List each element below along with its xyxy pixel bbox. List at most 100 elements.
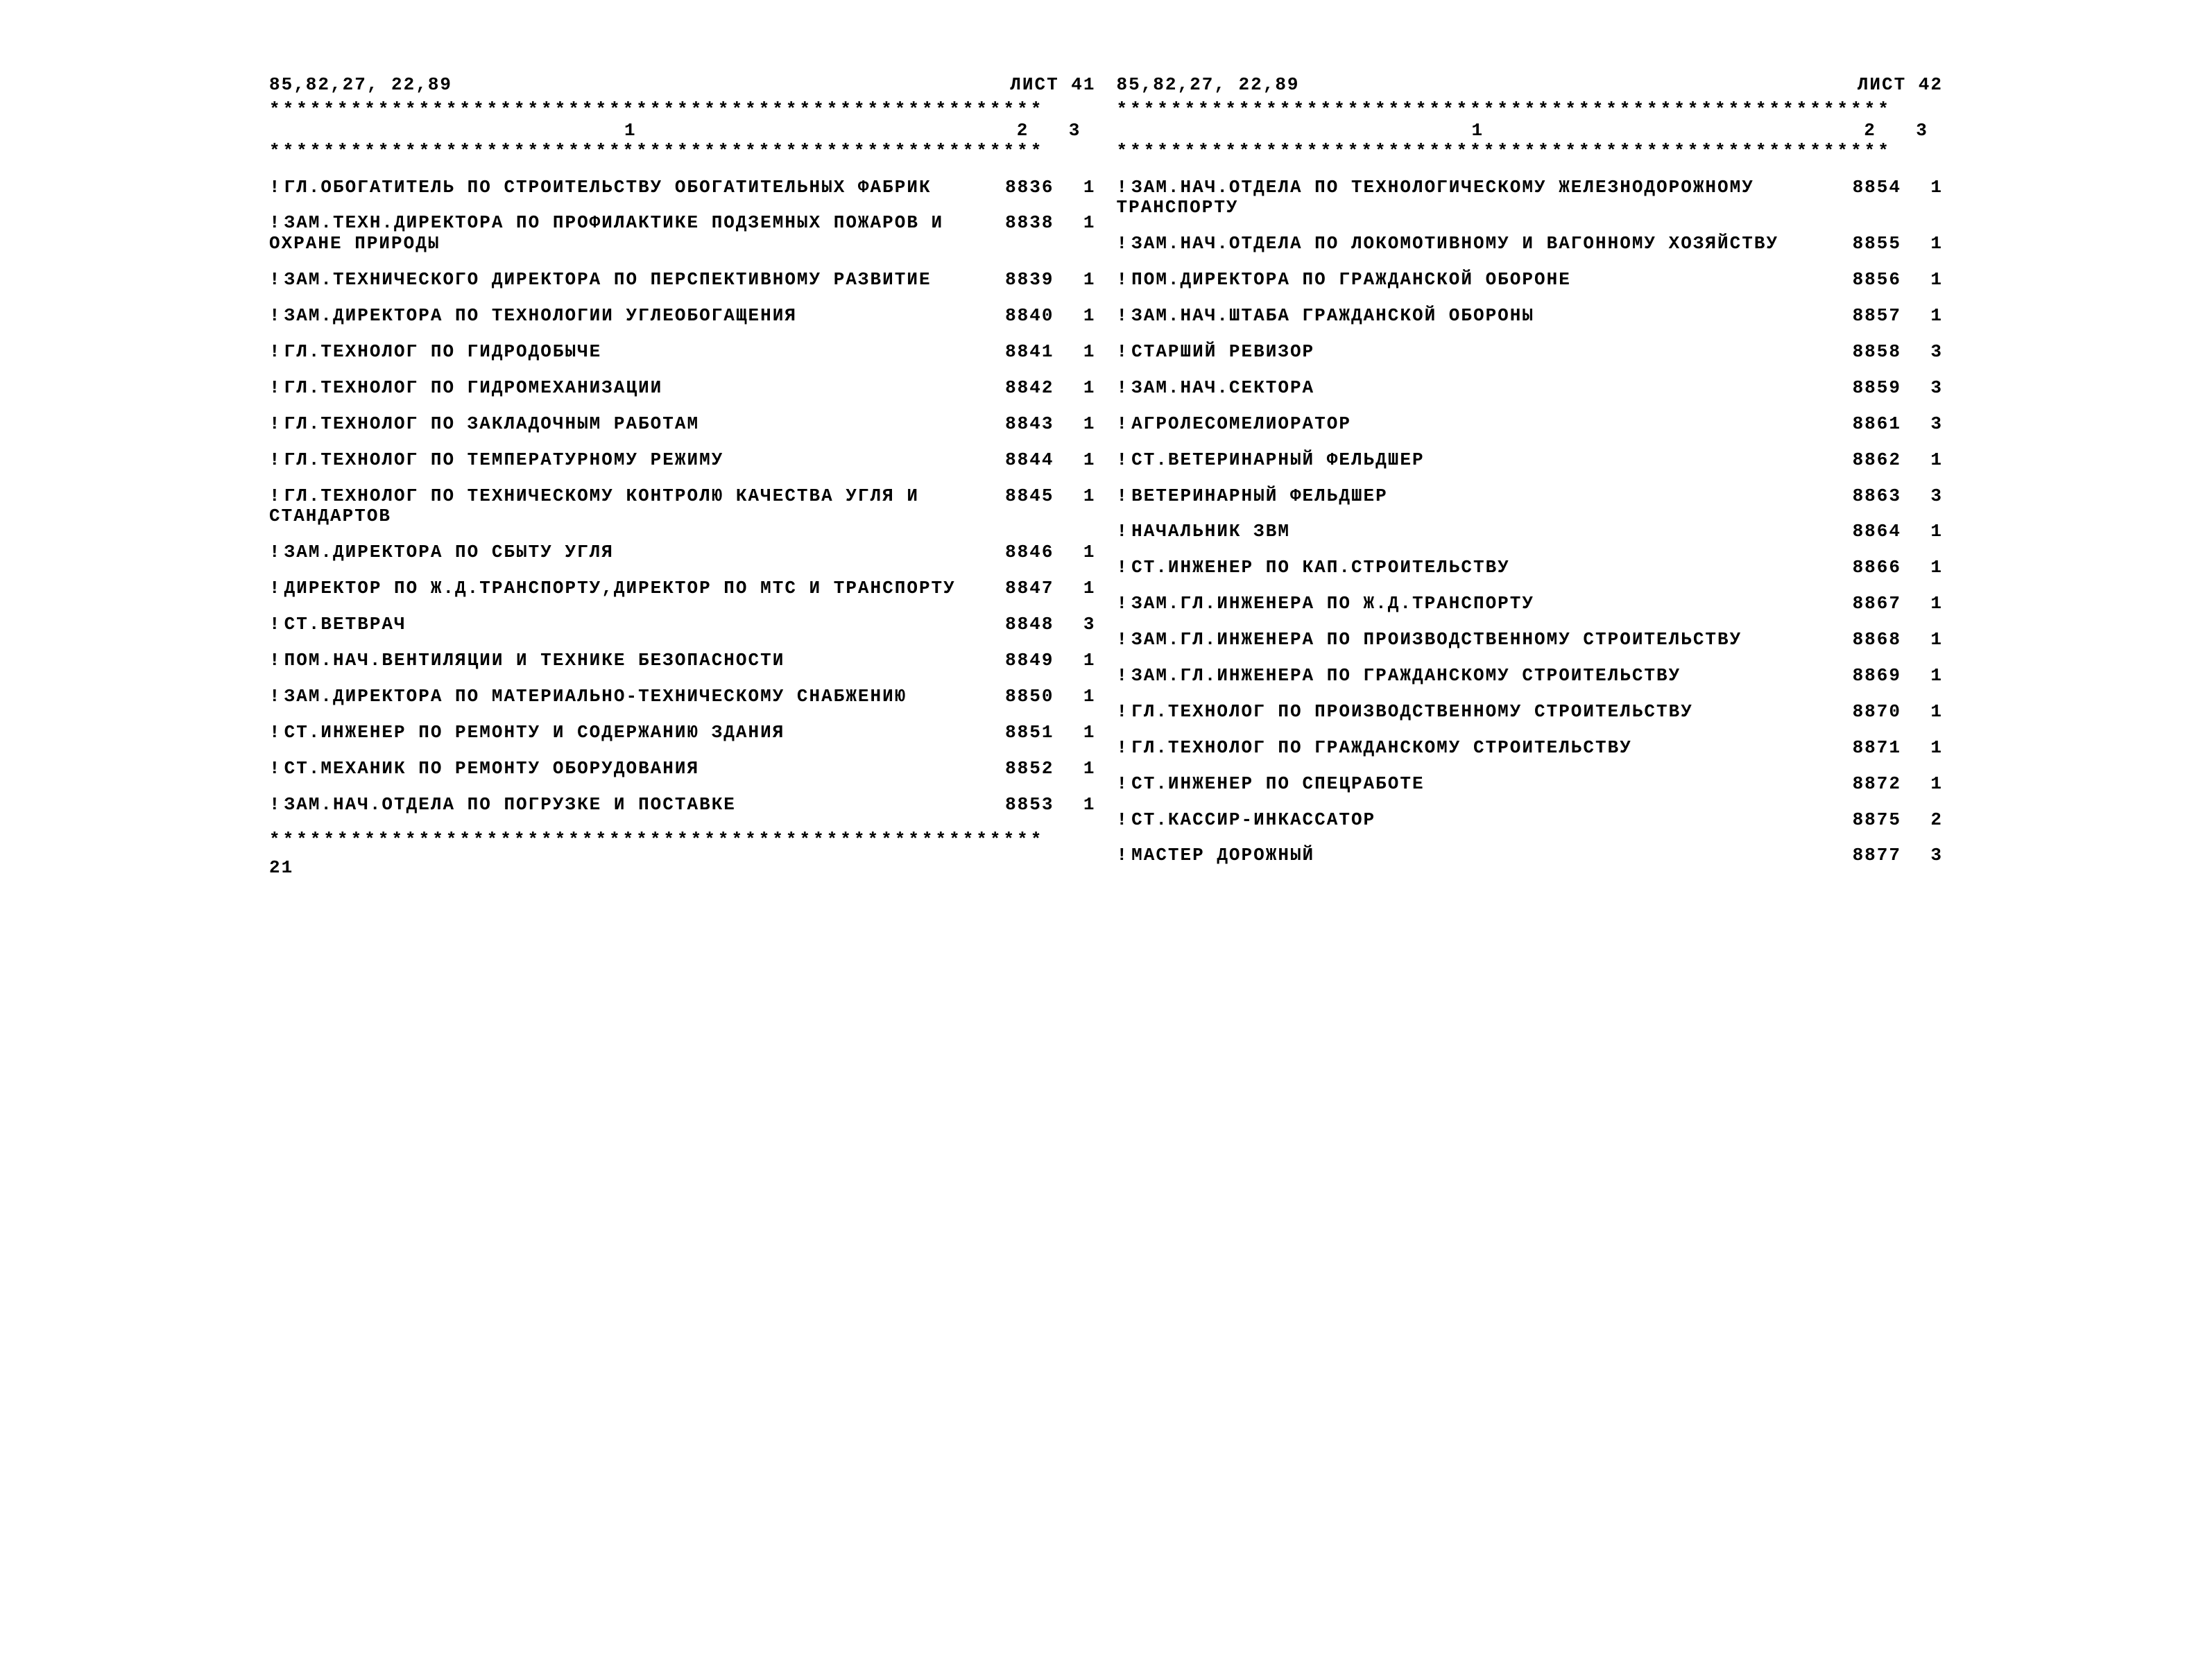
document-pages: 85,82,27, 22,89 ЛИСТ 41 ****************… bbox=[269, 75, 1943, 881]
row-code: 8841 bbox=[992, 342, 1054, 363]
table-row: ГЛ.ТЕХНОЛОГ ПО ЗАКЛАДОЧНЫМ РАБОТАМ88431 bbox=[269, 414, 1096, 435]
row-name: ГЛ.ТЕХНОЛОГ ПО ТЕХНИЧЕСКОМУ КОНТРОЛЮ КАЧ… bbox=[269, 486, 992, 528]
row-name: ЗАМ.ГЛ.ИНЖЕНЕРА ПО ПРОИЗВОДСТВЕННОМУ СТР… bbox=[1117, 630, 1840, 651]
row-code: 8848 bbox=[992, 614, 1054, 635]
row-name: МАСТЕР ДОРОЖНЫЙ bbox=[1117, 845, 1840, 866]
header-right-date: 85,82,27, 22,89 bbox=[1117, 75, 1300, 96]
table-row: ГЛ.ТЕХНОЛОГ ПО ПРОИЗВОДСТВЕННОМУ СТРОИТЕ… bbox=[1117, 702, 1944, 723]
row-name: ЗАМ.НАЧ.ОТДЕЛА ПО ТЕХНОЛОГИЧЕСКОМУ ЖЕЛЕЗ… bbox=[1117, 178, 1840, 219]
row-count: 3 bbox=[1901, 486, 1943, 507]
table-row: ГЛ.ТЕХНОЛОГ ПО ТЕХНИЧЕСКОМУ КОНТРОЛЮ КАЧ… bbox=[269, 486, 1096, 528]
table-row: ЗАМ.НАЧ.ШТАБА ГРАЖДАНСКОЙ ОБОРОНЫ88571 bbox=[1117, 306, 1944, 327]
table-row: ЗАМ.НАЧ.СЕКТОРА88593 bbox=[1117, 378, 1944, 399]
page-left-footer: 21 bbox=[269, 858, 1096, 879]
table-row: ГЛ.ОБОГАТИТЕЛЬ ПО СТРОИТЕЛЬСТВУ ОБОГАТИТ… bbox=[269, 178, 1096, 198]
row-code: 8871 bbox=[1839, 738, 1901, 759]
row-name: ЗАМ.ТЕХН.ДИРЕКТОРА ПО ПРОФИЛАКТИКЕ ПОДЗЕ… bbox=[269, 213, 992, 255]
header-left-date: 85,82,27, 22,89 bbox=[269, 75, 452, 96]
row-code: 8867 bbox=[1839, 594, 1901, 614]
row-name: ЗАМ.НАЧ.СЕКТОРА bbox=[1117, 378, 1840, 399]
table-row: СТАРШИЙ РЕВИЗОР88583 bbox=[1117, 342, 1944, 363]
row-name: ПОМ.НАЧ.ВЕНТИЛЯЦИИ И ТЕХНИКЕ БЕЗОПАСНОСТ… bbox=[269, 651, 992, 671]
divider-bottom: ****************************************… bbox=[269, 830, 1096, 851]
table-row: ЗАМ.ГЛ.ИНЖЕНЕРА ПО ГРАЖДАНСКОМУ СТРОИТЕЛ… bbox=[1117, 666, 1944, 687]
row-code: 8868 bbox=[1839, 630, 1901, 651]
row-count: 3 bbox=[1901, 378, 1943, 399]
table-row: ЗАМ.ДИРЕКТОРА ПО МАТЕРИАЛЬНО-ТЕХНИЧЕСКОМ… bbox=[269, 687, 1096, 707]
row-count: 3 bbox=[1901, 845, 1943, 866]
row-code: 8866 bbox=[1839, 558, 1901, 578]
row-name: ЗАМ.ТЕХНИЧЕСКОГО ДИРЕКТОРА ПО ПЕРСПЕКТИВ… bbox=[269, 270, 992, 291]
row-count: 1 bbox=[1901, 738, 1943, 759]
table-row: ЗАМ.ТЕХНИЧЕСКОГО ДИРЕКТОРА ПО ПЕРСПЕКТИВ… bbox=[269, 270, 1096, 291]
col3-header: 3 bbox=[1901, 121, 1943, 141]
row-name: СТ.ВЕТВРАЧ bbox=[269, 614, 992, 635]
row-name: ДИРЕКТОР ПО Ж.Д.ТРАНСПОРТУ,ДИРЕКТОР ПО М… bbox=[269, 578, 992, 599]
page-right: 85,82,27, 22,89 ЛИСТ 42 ****************… bbox=[1117, 75, 1944, 881]
table-row: ЗАМ.ДИРЕКТОРА ПО ТЕХНОЛОГИИ УГЛЕОБОГАЩЕН… bbox=[269, 306, 1096, 327]
row-count: 1 bbox=[1054, 687, 1096, 707]
table-row: ГЛ.ТЕХНОЛОГ ПО ТЕМПЕРАТУРНОМУ РЕЖИМУ8844… bbox=[269, 450, 1096, 471]
page-left: 85,82,27, 22,89 ЛИСТ 41 ****************… bbox=[269, 75, 1096, 881]
row-count: 1 bbox=[1901, 306, 1943, 327]
row-count: 1 bbox=[1054, 578, 1096, 599]
row-code: 8872 bbox=[1839, 774, 1901, 795]
row-name: СТ.КАССИР-ИНКАССАТОР bbox=[1117, 810, 1840, 831]
row-count: 1 bbox=[1054, 759, 1096, 780]
column-header-right: 1 2 3 bbox=[1117, 121, 1944, 141]
table-row: ЗАМ.ГЛ.ИНЖЕНЕРА ПО Ж.Д.ТРАНСПОРТУ88671 bbox=[1117, 594, 1944, 614]
row-count: 1 bbox=[1054, 178, 1096, 198]
divider-mid: ****************************************… bbox=[1117, 141, 1944, 162]
row-count: 3 bbox=[1901, 414, 1943, 435]
row-count: 1 bbox=[1054, 378, 1096, 399]
row-code: 8877 bbox=[1839, 845, 1901, 866]
row-count: 1 bbox=[1901, 178, 1943, 219]
row-code: 8845 bbox=[992, 486, 1054, 528]
row-code: 8861 bbox=[1839, 414, 1901, 435]
row-count: 1 bbox=[1901, 234, 1943, 255]
row-count: 1 bbox=[1054, 795, 1096, 816]
row-name: СТ.ВЕТЕРИНАРНЫЙ ФЕЛЬДШЕР bbox=[1117, 450, 1840, 471]
row-code: 8852 bbox=[992, 759, 1054, 780]
row-name: ЗАМ.НАЧ.ОТДЕЛА ПО ПОГРУЗКЕ И ПОСТАВКЕ bbox=[269, 795, 992, 816]
table-row: СТ.КАССИР-ИНКАССАТОР88752 bbox=[1117, 810, 1944, 831]
table-row: ЗАМ.ДИРЕКТОРА ПО СБЫТУ УГЛЯ88461 bbox=[269, 542, 1096, 563]
row-name: ЗАМ.ГЛ.ИНЖЕНЕРА ПО ГРАЖДАНСКОМУ СТРОИТЕЛ… bbox=[1117, 666, 1840, 687]
row-name: ПОМ.ДИРЕКТОРА ПО ГРАЖДАНСКОЙ ОБОРОНЕ bbox=[1117, 270, 1840, 291]
row-code: 8863 bbox=[1839, 486, 1901, 507]
divider-top: ****************************************… bbox=[269, 100, 1096, 121]
table-row: ПОМ.НАЧ.ВЕНТИЛЯЦИИ И ТЕХНИКЕ БЕЗОПАСНОСТ… bbox=[269, 651, 1096, 671]
row-count: 3 bbox=[1054, 614, 1096, 635]
table-row: ГЛ.ТЕХНОЛОГ ПО ГРАЖДАНСКОМУ СТРОИТЕЛЬСТВ… bbox=[1117, 738, 1944, 759]
rows-left: ГЛ.ОБОГАТИТЕЛЬ ПО СТРОИТЕЛЬСТВУ ОБОГАТИТ… bbox=[269, 178, 1096, 816]
row-code: 8856 bbox=[1839, 270, 1901, 291]
row-code: 8849 bbox=[992, 651, 1054, 671]
row-count: 1 bbox=[1054, 450, 1096, 471]
row-code: 8858 bbox=[1839, 342, 1901, 363]
row-count: 1 bbox=[1901, 270, 1943, 291]
row-count: 1 bbox=[1054, 213, 1096, 255]
table-row: ПОМ.ДИРЕКТОРА ПО ГРАЖДАНСКОЙ ОБОРОНЕ8856… bbox=[1117, 270, 1944, 291]
column-header-left: 1 2 3 bbox=[269, 121, 1096, 141]
page-right-header: 85,82,27, 22,89 ЛИСТ 42 bbox=[1117, 75, 1944, 96]
table-row: ДИРЕКТОР ПО Ж.Д.ТРАНСПОРТУ,ДИРЕКТОР ПО М… bbox=[269, 578, 1096, 599]
table-row: ЗАМ.НАЧ.ОТДЕЛА ПО ТЕХНОЛОГИЧЕСКОМУ ЖЕЛЕЗ… bbox=[1117, 178, 1944, 219]
row-name: ЗАМ.ДИРЕКТОРА ПО СБЫТУ УГЛЯ bbox=[269, 542, 992, 563]
row-code: 8847 bbox=[992, 578, 1054, 599]
row-code: 8842 bbox=[992, 378, 1054, 399]
row-name: СТ.ИНЖЕНЕР ПО РЕМОНТУ И СОДЕРЖАНИЮ ЗДАНИ… bbox=[269, 723, 992, 743]
col3-header: 3 bbox=[1054, 121, 1096, 141]
table-row: ГЛ.ТЕХНОЛОГ ПО ГИДРОМЕХАНИЗАЦИИ88421 bbox=[269, 378, 1096, 399]
table-row: СТ.ВЕТЕРИНАРНЫЙ ФЕЛЬДШЕР88621 bbox=[1117, 450, 1944, 471]
row-count: 1 bbox=[1901, 594, 1943, 614]
row-count: 2 bbox=[1901, 810, 1943, 831]
col2-header: 2 bbox=[992, 121, 1054, 141]
row-name: СТАРШИЙ РЕВИЗОР bbox=[1117, 342, 1840, 363]
row-count: 1 bbox=[1054, 414, 1096, 435]
rows-right: ЗАМ.НАЧ.ОТДЕЛА ПО ТЕХНОЛОГИЧЕСКОМУ ЖЕЛЕЗ… bbox=[1117, 178, 1944, 867]
table-row: ГЛ.ТЕХНОЛОГ ПО ГИДРОДОБЫЧЕ88411 bbox=[269, 342, 1096, 363]
row-name: ЗАМ.ГЛ.ИНЖЕНЕРА ПО Ж.Д.ТРАНСПОРТУ bbox=[1117, 594, 1840, 614]
row-code: 8870 bbox=[1839, 702, 1901, 723]
row-code: 8836 bbox=[992, 178, 1054, 198]
table-row: СТ.ВЕТВРАЧ88483 bbox=[269, 614, 1096, 635]
